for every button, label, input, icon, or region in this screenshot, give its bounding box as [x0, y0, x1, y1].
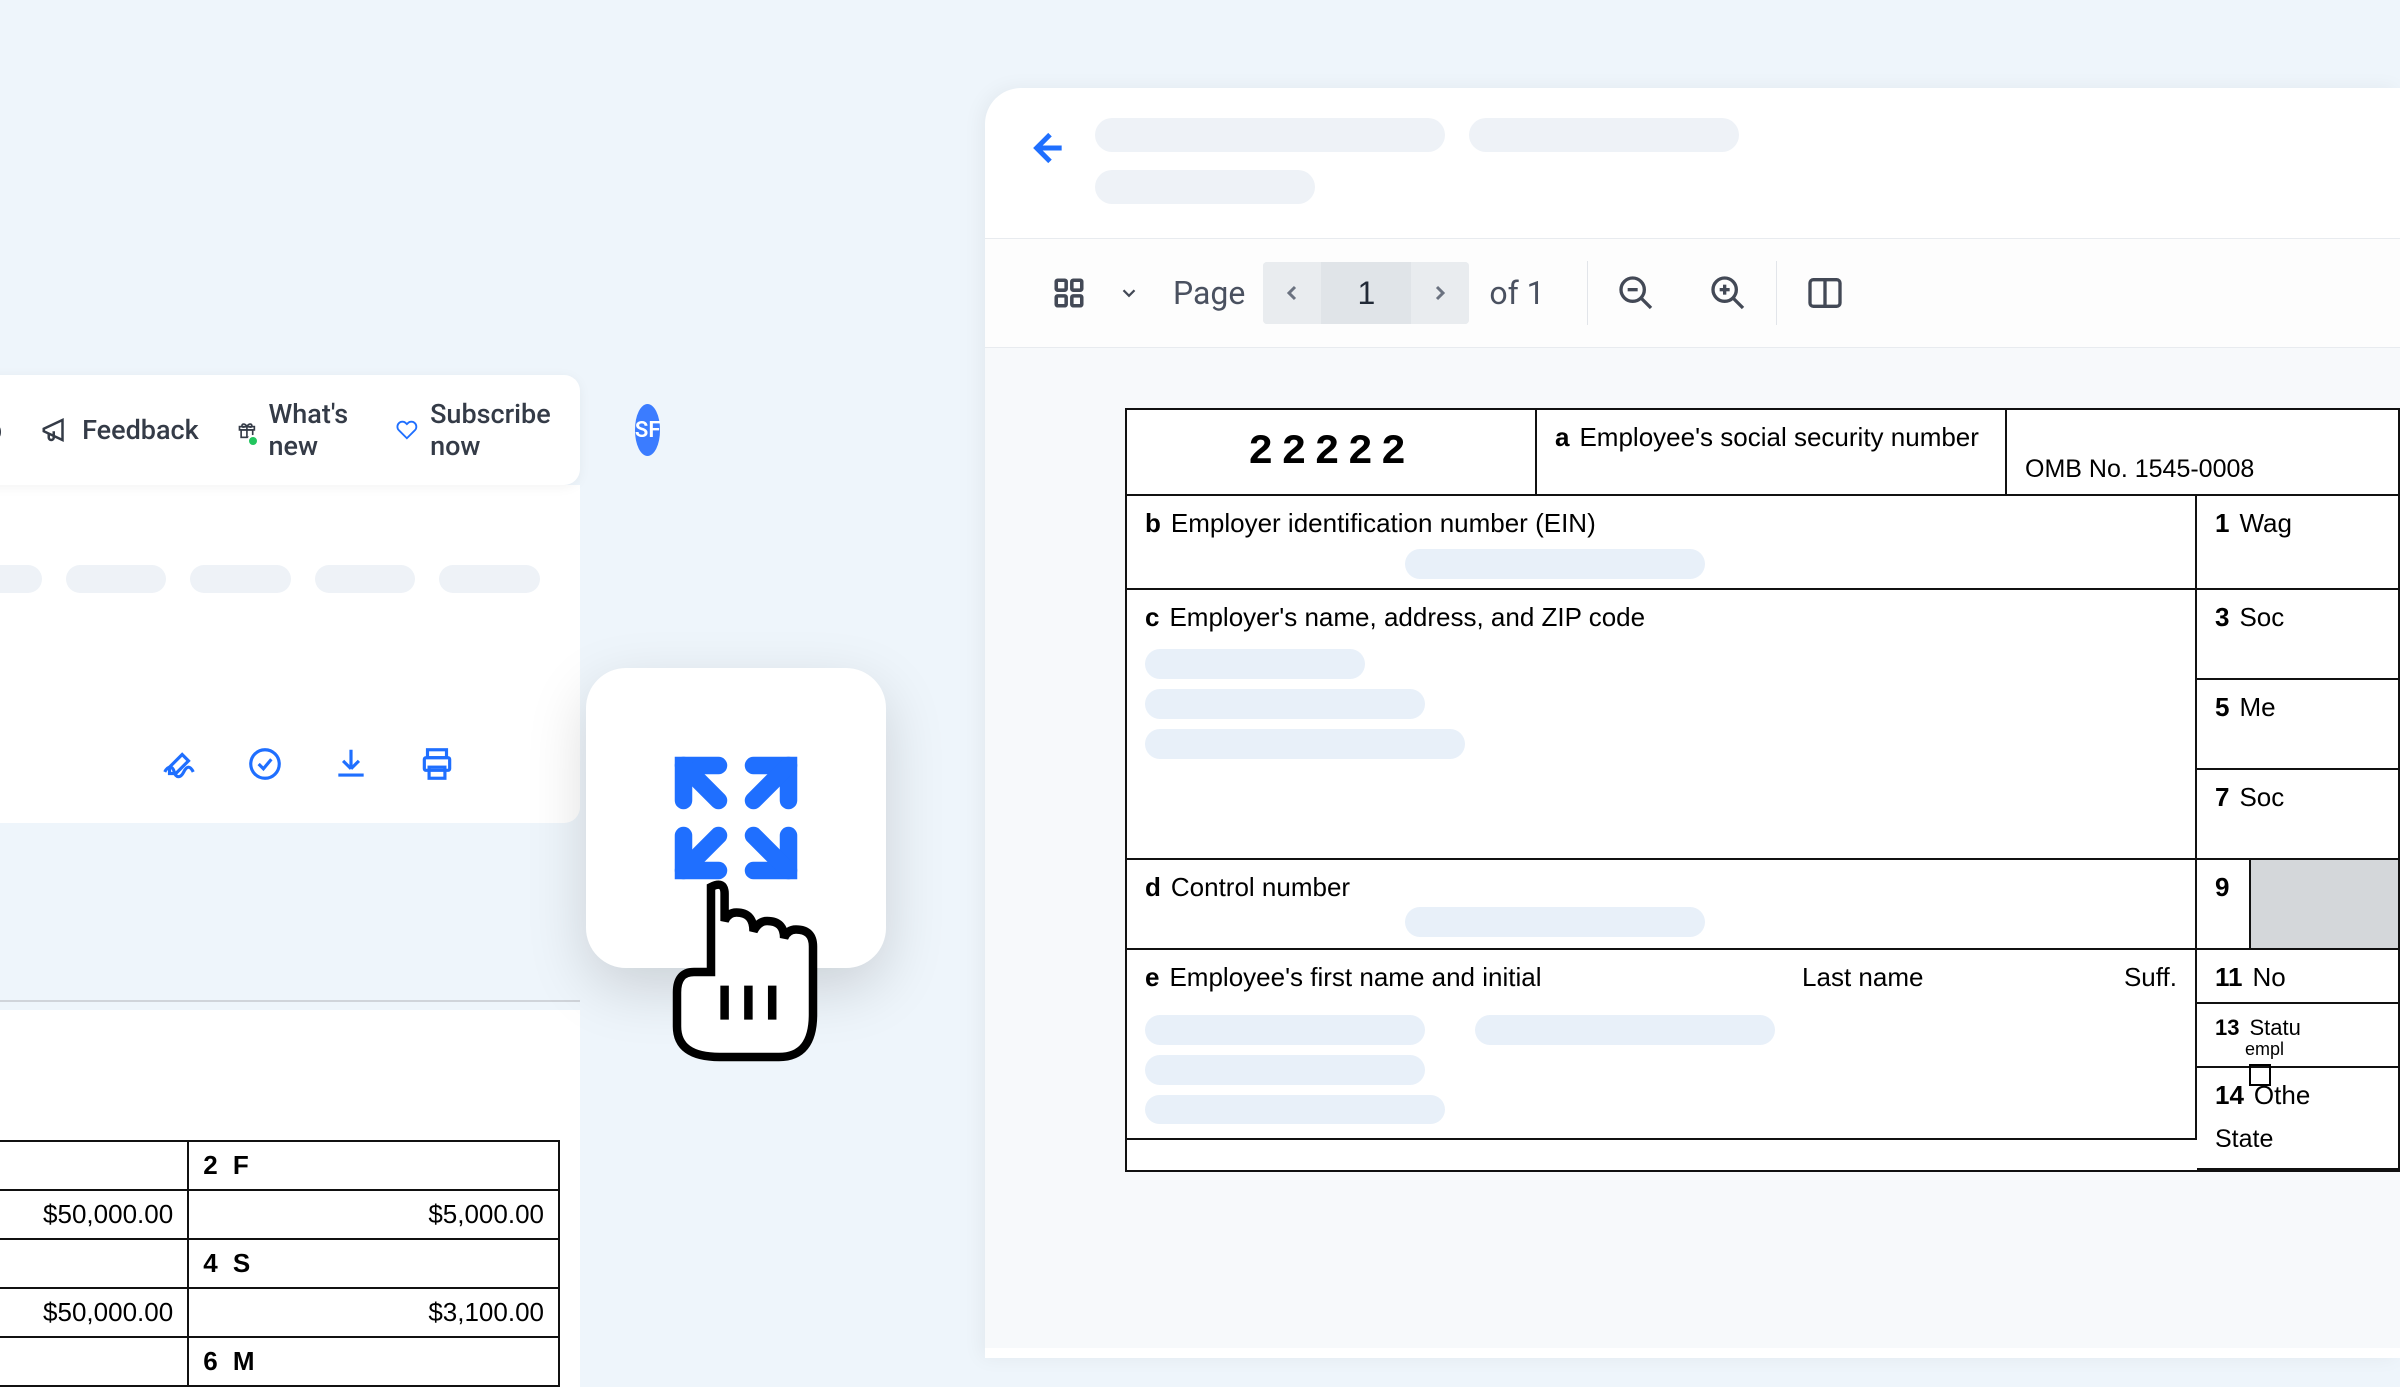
subscribe-label: Subscribe now	[430, 398, 559, 462]
page-navigator	[1263, 262, 1469, 324]
last-name-label: Last name	[1802, 962, 1923, 993]
whats-new-link[interactable]: What's new	[237, 398, 359, 462]
placeholder	[1469, 118, 1739, 152]
value-cell: $50,000.00	[0, 1190, 188, 1239]
app-header: lp Feedback What's new Subscribe now SF	[0, 375, 580, 485]
placeholder	[439, 565, 540, 593]
box-3-label: Soc	[2239, 602, 2284, 632]
placeholder	[1145, 689, 1425, 719]
document-actions-toolbar	[0, 705, 540, 823]
omb-number: OMB No. 1545-0008	[2025, 455, 2254, 484]
value-cell: $3,100.00	[188, 1288, 559, 1337]
box-13b-label: empl	[2245, 1040, 2380, 1060]
box-6-label: M	[233, 1346, 255, 1376]
value-cell: $5,000.00	[188, 1190, 559, 1239]
back-button[interactable]	[1025, 128, 1065, 168]
help-link[interactable]: lp	[0, 414, 2, 446]
left-panel-body	[0, 485, 580, 823]
placeholder	[66, 565, 167, 593]
viewer-header	[985, 88, 2400, 238]
box-d-label: Control number	[1171, 872, 1350, 902]
box-5-label: Me	[2239, 692, 2275, 722]
box-2-label: F	[233, 1150, 249, 1180]
next-page-button[interactable]	[1411, 262, 1469, 324]
box-c-label: Employer's name, address, and ZIP code	[1169, 602, 1645, 632]
thumbnails-button[interactable]	[1033, 261, 1105, 325]
page-input[interactable]	[1321, 262, 1411, 324]
avatar-initials: SF	[635, 418, 661, 443]
document-canvas[interactable]: 22222 aEmployee's social security number…	[985, 348, 2400, 1348]
placeholder	[1145, 649, 1365, 679]
state-label: State	[2215, 1125, 2380, 1154]
prev-page-button[interactable]	[1263, 262, 1321, 324]
feedback-label: Feedback	[82, 414, 199, 446]
w2-form: 22222 aEmployee's social security number…	[1125, 408, 2400, 1172]
megaphone-icon	[40, 415, 70, 445]
placeholder	[1405, 907, 1705, 937]
avatar[interactable]: SF	[635, 404, 661, 456]
zoom-in-button[interactable]	[1692, 261, 1764, 325]
box-9-label: 9	[2215, 872, 2229, 902]
box-7-label: Soc	[2239, 782, 2284, 812]
sign-icon[interactable]	[160, 745, 198, 783]
viewer-toolbar: Page of 1	[985, 238, 2400, 348]
form-table: 2 F $50,000.00 $5,000.00 4 S $50,000.00 …	[0, 1140, 560, 1387]
feedback-link[interactable]: Feedback	[40, 414, 199, 446]
left-form-preview: 2 F $50,000.00 $5,000.00 4 S $50,000.00 …	[0, 1010, 580, 1387]
whats-new-label: What's new	[269, 398, 359, 462]
heart-icon	[396, 415, 418, 445]
placeholder	[1475, 1015, 1775, 1045]
value-cell: $50,000.00	[0, 1288, 188, 1337]
placeholder	[1405, 549, 1705, 579]
cursor-icon	[660, 870, 830, 1070]
box-b-label: Employer identification number (EIN)	[1171, 508, 1596, 538]
placeholder	[1095, 170, 1315, 204]
box-11-label: No	[2253, 962, 2286, 992]
zoom-out-button[interactable]	[1600, 261, 1672, 325]
placeholder	[1145, 1055, 1425, 1085]
box-a-label: Employee's social security number	[1579, 422, 1978, 452]
void-code: 22222	[1127, 410, 1537, 496]
print-icon[interactable]	[418, 745, 456, 783]
expand-icon	[666, 748, 806, 888]
placeholder	[1095, 118, 1445, 152]
subscribe-link[interactable]: Subscribe now	[396, 398, 559, 462]
placeholder	[315, 565, 416, 593]
placeholder	[1145, 1095, 1445, 1125]
split-view-button[interactable]	[1789, 261, 1861, 325]
download-icon[interactable]	[332, 745, 370, 783]
suffix-label: Suff.	[2124, 962, 2177, 993]
approve-icon[interactable]	[246, 745, 284, 783]
gift-icon	[237, 415, 257, 445]
page-label: Page	[1173, 274, 1245, 312]
placeholder	[1145, 1015, 1425, 1045]
thumbnails-dropdown[interactable]	[1105, 261, 1153, 325]
divider	[1587, 261, 1588, 325]
divider	[0, 1000, 580, 1002]
help-label-fragment: lp	[0, 414, 2, 446]
document-viewer-window: Page of 1 22222 a	[985, 88, 2400, 1358]
box-14-label: Othe	[2254, 1080, 2310, 1110]
box-e-label: Employee's first name and initial	[1169, 962, 1541, 992]
box-13-label: Statu	[2249, 1015, 2300, 1040]
page-total: of 1	[1489, 274, 1544, 312]
placeholder	[1145, 729, 1465, 759]
placeholder	[0, 565, 42, 593]
box-4-label: S	[233, 1248, 250, 1278]
placeholder	[190, 565, 291, 593]
breadcrumb	[1095, 118, 1739, 204]
box-1-label: Wag	[2239, 508, 2292, 538]
divider	[1776, 261, 1777, 325]
